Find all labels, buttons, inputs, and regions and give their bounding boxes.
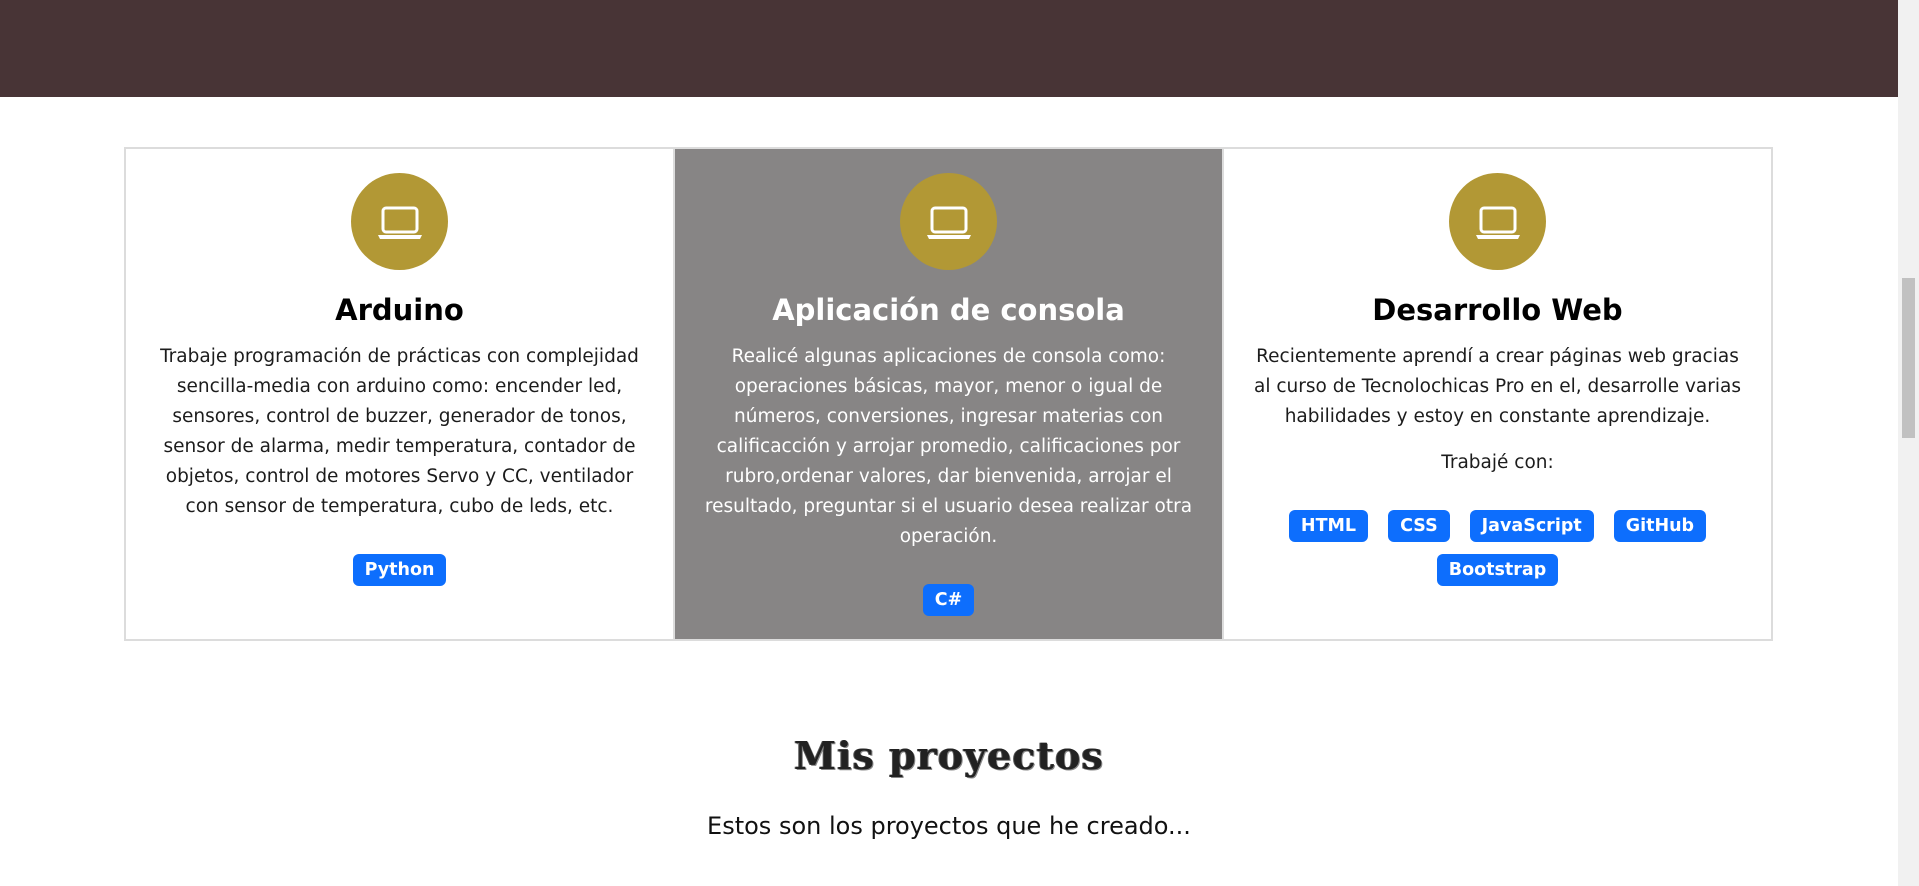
card-title: Aplicación de consola: [772, 293, 1125, 327]
card-description: Realicé algunas aplicaciones de consola …: [704, 346, 1193, 547]
page-scrollbar[interactable]: [1898, 0, 1919, 886]
card-title: Desarrollo Web: [1372, 293, 1623, 327]
laptop-icon: [1449, 173, 1546, 270]
projects-subtitle: Estos son los proyectos que he creado...: [707, 812, 1191, 840]
badge-list: HTML CSS JavaScript GitHub Bootstrap: [1283, 510, 1713, 586]
card-subtext: Trabajé con:: [1441, 452, 1554, 473]
scrollbar-thumb[interactable]: [1902, 278, 1915, 438]
card-description: Recientemente aprendí a crear páginas we…: [1254, 346, 1741, 427]
card-description: Trabaje programación de prácticas con co…: [160, 346, 639, 517]
badge-bootstrap[interactable]: Bootstrap: [1436, 554, 1559, 586]
badge-list: Python: [352, 554, 447, 586]
card-aplicacion-consola: Aplicación de consola Realicé algunas ap…: [673, 149, 1222, 639]
skills-cards: Arduino Trabaje programación de práctica…: [124, 147, 1773, 641]
badge-css[interactable]: CSS: [1388, 510, 1450, 542]
badge-javascript[interactable]: JavaScript: [1469, 510, 1594, 542]
badge-github[interactable]: GitHub: [1613, 510, 1707, 542]
projects-title: Mis proyectos: [794, 733, 1104, 778]
card-desarrollo-web: Desarrollo Web Recientemente aprendí a c…: [1222, 149, 1771, 639]
laptop-icon: [351, 173, 448, 270]
badge-html[interactable]: HTML: [1288, 510, 1369, 542]
card-arduino: Arduino Trabaje programación de práctica…: [126, 149, 673, 639]
laptop-icon: [900, 173, 997, 270]
badge-list: C#: [922, 584, 975, 616]
badge-python[interactable]: Python: [352, 554, 447, 586]
card-title: Arduino: [335, 293, 464, 327]
badge-csharp[interactable]: C#: [922, 584, 975, 616]
top-header-bar: [0, 0, 1898, 97]
